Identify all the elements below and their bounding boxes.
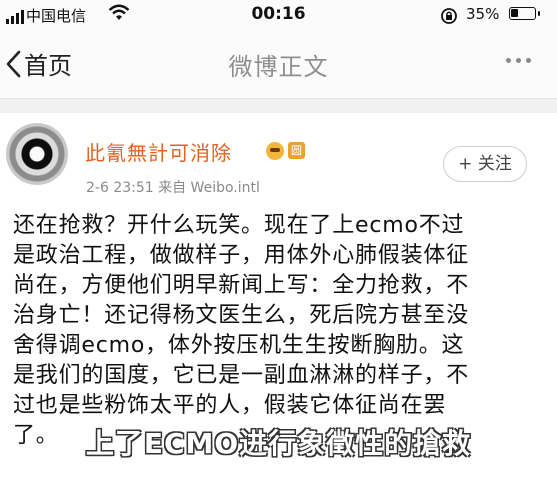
post-body: 还在抢救？开什么玩笑。现在了上ecmo不过 是政治工程，做做样子，用体外心肺假装… <box>13 211 548 451</box>
follow-button[interactable]: + 关注 <box>443 146 527 182</box>
video-caption: 上了ECMO进行象徵性的搶救 <box>85 427 472 460</box>
nav-bar: 首页 微博正文 <box>0 30 557 99</box>
member-badge-icon: 圆 <box>288 142 305 159</box>
post-line: 是政治工程，做做样子，用体外心肺假装体征 <box>13 243 470 268</box>
avatar[interactable] <box>6 123 68 185</box>
post-line: 是我们的国度，它已是一副血淋淋的样子，不 <box>13 363 470 388</box>
username[interactable]: 此氰無計可消除 <box>85 137 232 166</box>
battery-icon <box>509 7 540 20</box>
status-bar: 中国电信 00:16 35% <box>0 0 557 30</box>
post-line: 过也是些粉饰太平的人，假装它体征尚在罢 <box>13 393 447 418</box>
battery-percent: 35% <box>466 5 500 23</box>
page-title: 微博正文 <box>228 53 329 81</box>
post-line: 尚在，方便他们明早新闻上写：全力抢救，不 <box>13 273 470 298</box>
post-line: 治身亡！还记得杨文医生么，死后院方甚至没 <box>13 303 470 328</box>
more-options-icon[interactable] <box>506 58 531 63</box>
section-divider <box>0 99 557 113</box>
post-line: 舍得调ecmo，体外按压机生生按断胸肋。这 <box>13 333 465 358</box>
post-meta: 2-6 23:51 来自 Weibo.intl <box>86 180 260 196</box>
emoji-badge-icon <box>266 142 284 160</box>
rotation-lock-icon <box>441 8 457 24</box>
post-line: 还在抢救？开什么玩笑。现在了上ecmo不过 <box>13 213 465 238</box>
